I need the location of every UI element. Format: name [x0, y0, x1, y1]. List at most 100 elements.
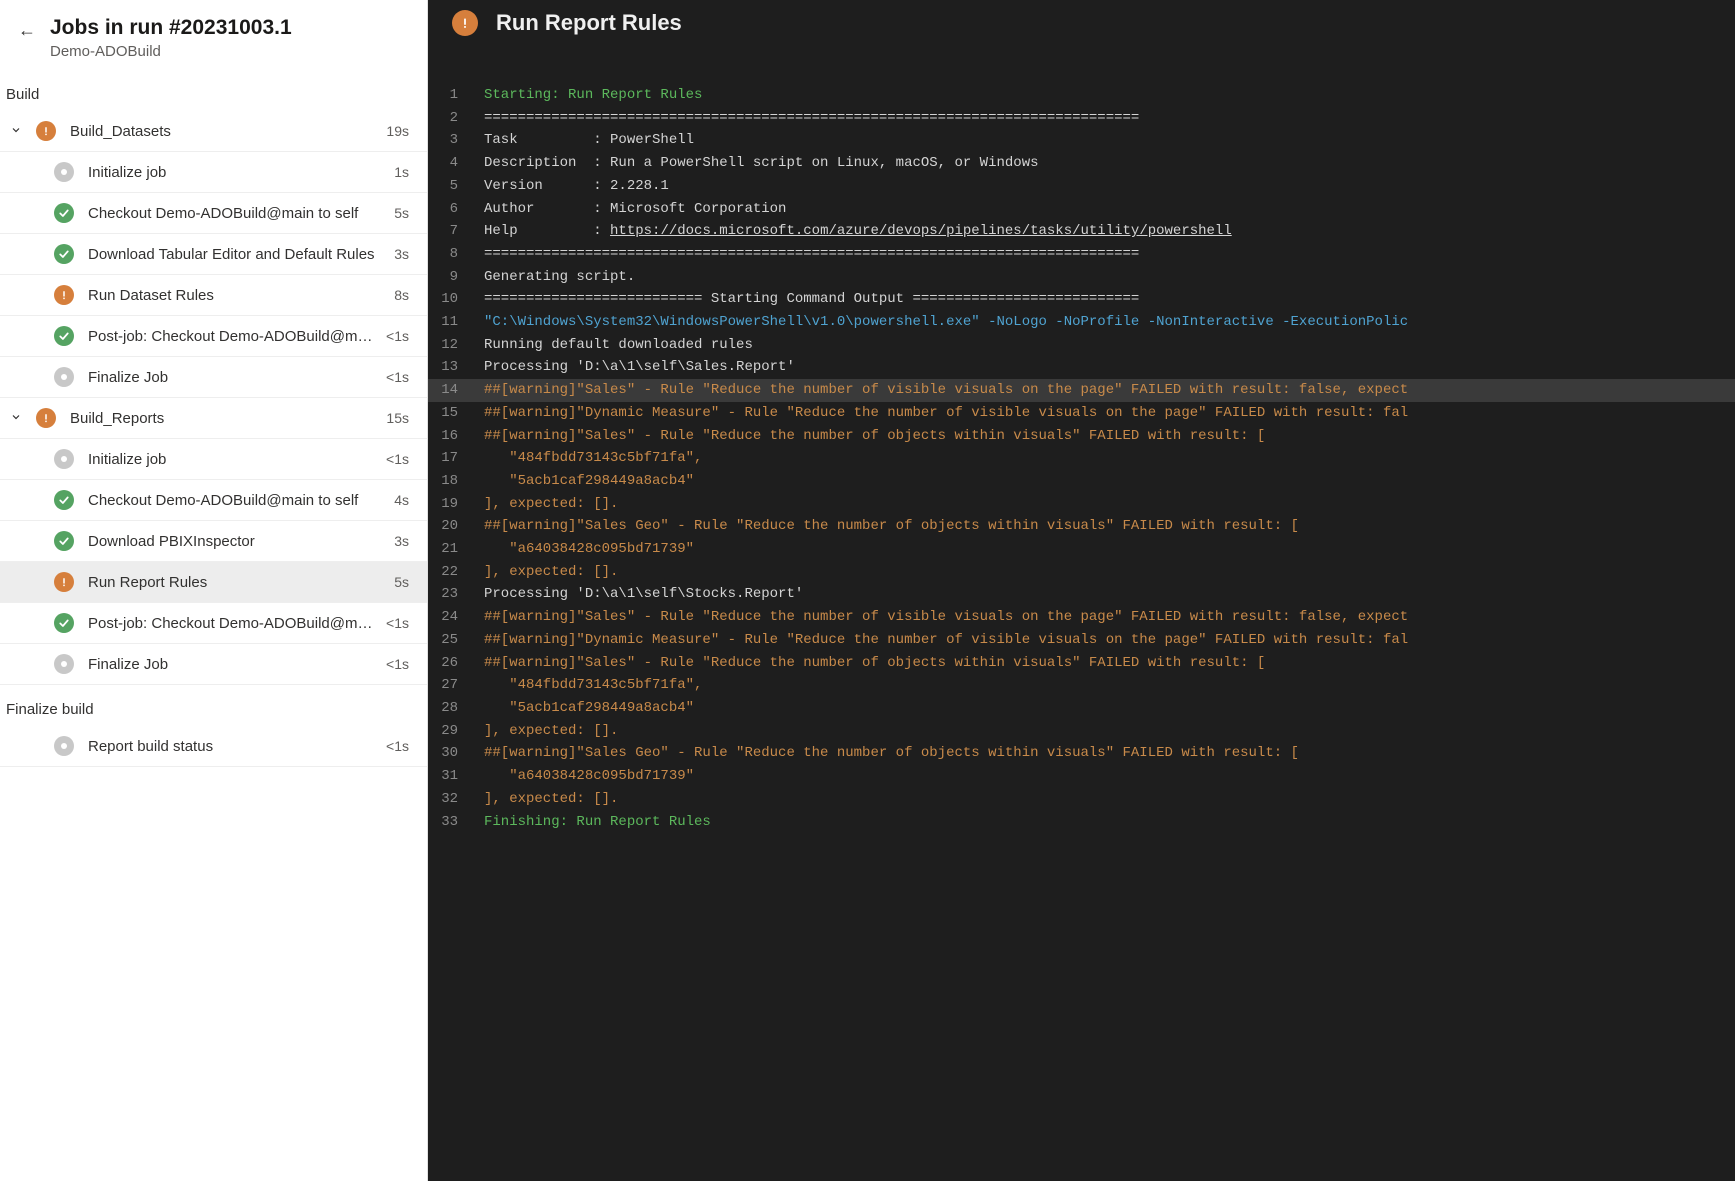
log-line[interactable]: 23Processing 'D:\a\1\self\Stocks.Report' — [428, 583, 1735, 606]
log-line[interactable]: 31 "a64038428c095bd71739" — [428, 765, 1735, 788]
log-header: Run Report Rules — [428, 0, 1735, 50]
jobs-sidebar: ← Jobs in run #20231003.1 Demo-ADOBuild … — [0, 0, 428, 1181]
log-line[interactable]: 25##[warning]"Dynamic Measure" - Rule "R… — [428, 629, 1735, 652]
log-line[interactable]: 2=======================================… — [428, 107, 1735, 130]
row-duration: 1s — [394, 164, 409, 180]
step-row[interactable]: Post-job: Checkout Demo-ADOBuild@main to… — [0, 603, 427, 644]
log-line[interactable]: 14##[warning]"Sales" - Rule "Reduce the … — [428, 379, 1735, 402]
step-row[interactable]: Post-job: Checkout Demo-ADOBuild@main to… — [0, 316, 427, 357]
job-row[interactable]: Build_Datasets19s — [0, 111, 427, 152]
line-content: ##[warning]"Sales" - Rule "Reduce the nu… — [476, 379, 1735, 402]
log-line[interactable]: 5Version : 2.228.1 — [428, 175, 1735, 198]
line-content: Running default downloaded rules — [476, 334, 1735, 357]
line-content: ##[warning]"Sales Geo" - Rule "Reduce th… — [476, 515, 1735, 538]
step-row[interactable]: Download Tabular Editor and Default Rule… — [0, 234, 427, 275]
step-row[interactable]: Run Report Rules5s — [0, 562, 427, 603]
step-row[interactable]: Run Dataset Rules8s — [0, 275, 427, 316]
log-line[interactable]: 8=======================================… — [428, 243, 1735, 266]
log-line[interactable]: 29], expected: []. — [428, 720, 1735, 743]
log-line[interactable]: 16##[warning]"Sales" - Rule "Reduce the … — [428, 425, 1735, 448]
log-line[interactable]: 26##[warning]"Sales" - Rule "Reduce the … — [428, 652, 1735, 675]
line-number: 30 — [428, 742, 476, 765]
log-line[interactable]: 10========================== Starting Co… — [428, 288, 1735, 311]
line-content: Processing 'D:\a\1\self\Sales.Report' — [476, 356, 1735, 379]
step-row[interactable]: Finalize Job<1s — [0, 644, 427, 685]
log-line[interactable]: 12Running default downloaded rules — [428, 334, 1735, 357]
line-number: 31 — [428, 765, 476, 788]
line-content: Starting: Run Report Rules — [476, 84, 1735, 107]
line-number: 3 — [428, 129, 476, 152]
log-line[interactable]: 20##[warning]"Sales Geo" - Rule "Reduce … — [428, 515, 1735, 538]
step-row[interactable]: Checkout Demo-ADOBuild@main to self5s — [0, 193, 427, 234]
row-duration: 5s — [394, 205, 409, 221]
job-row[interactable]: Build_Reports15s — [0, 398, 427, 439]
chevron-down-icon[interactable] — [6, 411, 26, 426]
section-label: Build — [0, 70, 427, 111]
line-content: "484fbdd73143c5bf71fa", — [476, 674, 1735, 697]
log-line[interactable]: 3Task : PowerShell — [428, 129, 1735, 152]
log-line[interactable]: 9Generating script. — [428, 266, 1735, 289]
log-line[interactable]: 33Finishing: Run Report Rules — [428, 811, 1735, 834]
run-title: Jobs in run #20231003.1 — [50, 14, 409, 41]
log-line[interactable]: 7Help : https://docs.microsoft.com/azure… — [428, 220, 1735, 243]
row-duration: 15s — [386, 410, 409, 426]
row-label: Report build status — [88, 738, 386, 755]
log-line[interactable]: 11"C:\Windows\System32\WindowsPowerShell… — [428, 311, 1735, 334]
line-content: ========================================… — [476, 243, 1735, 266]
row-label: Download Tabular Editor and Default Rule… — [88, 246, 394, 263]
warning-icon — [36, 121, 56, 141]
line-number: 21 — [428, 538, 476, 561]
log-line[interactable]: 15##[warning]"Dynamic Measure" - Rule "R… — [428, 402, 1735, 425]
line-content: Task : PowerShell — [476, 129, 1735, 152]
chevron-down-icon[interactable] — [6, 124, 26, 139]
line-number: 7 — [428, 220, 476, 243]
log-line[interactable]: 19], expected: []. — [428, 493, 1735, 516]
log-line[interactable]: 1Starting: Run Report Rules — [428, 84, 1735, 107]
log-line[interactable]: 30##[warning]"Sales Geo" - Rule "Reduce … — [428, 742, 1735, 765]
line-number: 33 — [428, 811, 476, 834]
row-label: Download PBIXInspector — [88, 533, 394, 550]
header-titles: Jobs in run #20231003.1 Demo-ADOBuild — [50, 14, 409, 60]
row-label: Initialize job — [88, 451, 386, 468]
step-row[interactable]: Download PBIXInspector3s — [0, 521, 427, 562]
line-number: 1 — [428, 84, 476, 107]
run-subtitle[interactable]: Demo-ADOBuild — [50, 43, 409, 60]
row-label: Checkout Demo-ADOBuild@main to self — [88, 205, 394, 222]
line-number: 11 — [428, 311, 476, 334]
warning-icon — [36, 408, 56, 428]
step-row[interactable]: Report build status<1s — [0, 726, 427, 767]
log-line[interactable]: 6Author : Microsoft Corporation — [428, 198, 1735, 221]
log-line[interactable]: 22], expected: []. — [428, 561, 1735, 584]
success-icon — [54, 244, 74, 264]
step-row[interactable]: Initialize job1s — [0, 152, 427, 193]
line-content: Version : 2.228.1 — [476, 175, 1735, 198]
line-number: 20 — [428, 515, 476, 538]
line-number: 25 — [428, 629, 476, 652]
log-line[interactable]: 13Processing 'D:\a\1\self\Sales.Report' — [428, 356, 1735, 379]
line-content: Processing 'D:\a\1\self\Stocks.Report' — [476, 583, 1735, 606]
log-line[interactable]: 24##[warning]"Sales" - Rule "Reduce the … — [428, 606, 1735, 629]
back-arrow-icon[interactable]: ← — [18, 14, 36, 41]
row-duration: 4s — [394, 492, 409, 508]
line-content: Help : https://docs.microsoft.com/azure/… — [476, 220, 1735, 243]
warning-icon — [452, 10, 478, 36]
row-duration: 19s — [386, 123, 409, 139]
row-duration: 5s — [394, 574, 409, 590]
log-line[interactable]: 32], expected: []. — [428, 788, 1735, 811]
line-number: 16 — [428, 425, 476, 448]
row-label: Finalize Job — [88, 369, 386, 386]
line-number: 14 — [428, 379, 476, 402]
log-line[interactable]: 28 "5acb1caf298449a8acb4" — [428, 697, 1735, 720]
log-container[interactable]: 1Starting: Run Report Rules2============… — [428, 50, 1735, 1181]
log-line[interactable]: 17 "484fbdd73143c5bf71fa", — [428, 447, 1735, 470]
step-row[interactable]: Checkout Demo-ADOBuild@main to self4s — [0, 480, 427, 521]
line-content: ##[warning]"Sales Geo" - Rule "Reduce th… — [476, 742, 1735, 765]
log-line[interactable]: 27 "484fbdd73143c5bf71fa", — [428, 674, 1735, 697]
line-number: 2 — [428, 107, 476, 130]
row-duration: <1s — [386, 656, 409, 672]
log-line[interactable]: 4Description : Run a PowerShell script o… — [428, 152, 1735, 175]
step-row[interactable]: Finalize Job<1s — [0, 357, 427, 398]
step-row[interactable]: Initialize job<1s — [0, 439, 427, 480]
log-line[interactable]: 21 "a64038428c095bd71739" — [428, 538, 1735, 561]
log-line[interactable]: 18 "5acb1caf298449a8acb4" — [428, 470, 1735, 493]
